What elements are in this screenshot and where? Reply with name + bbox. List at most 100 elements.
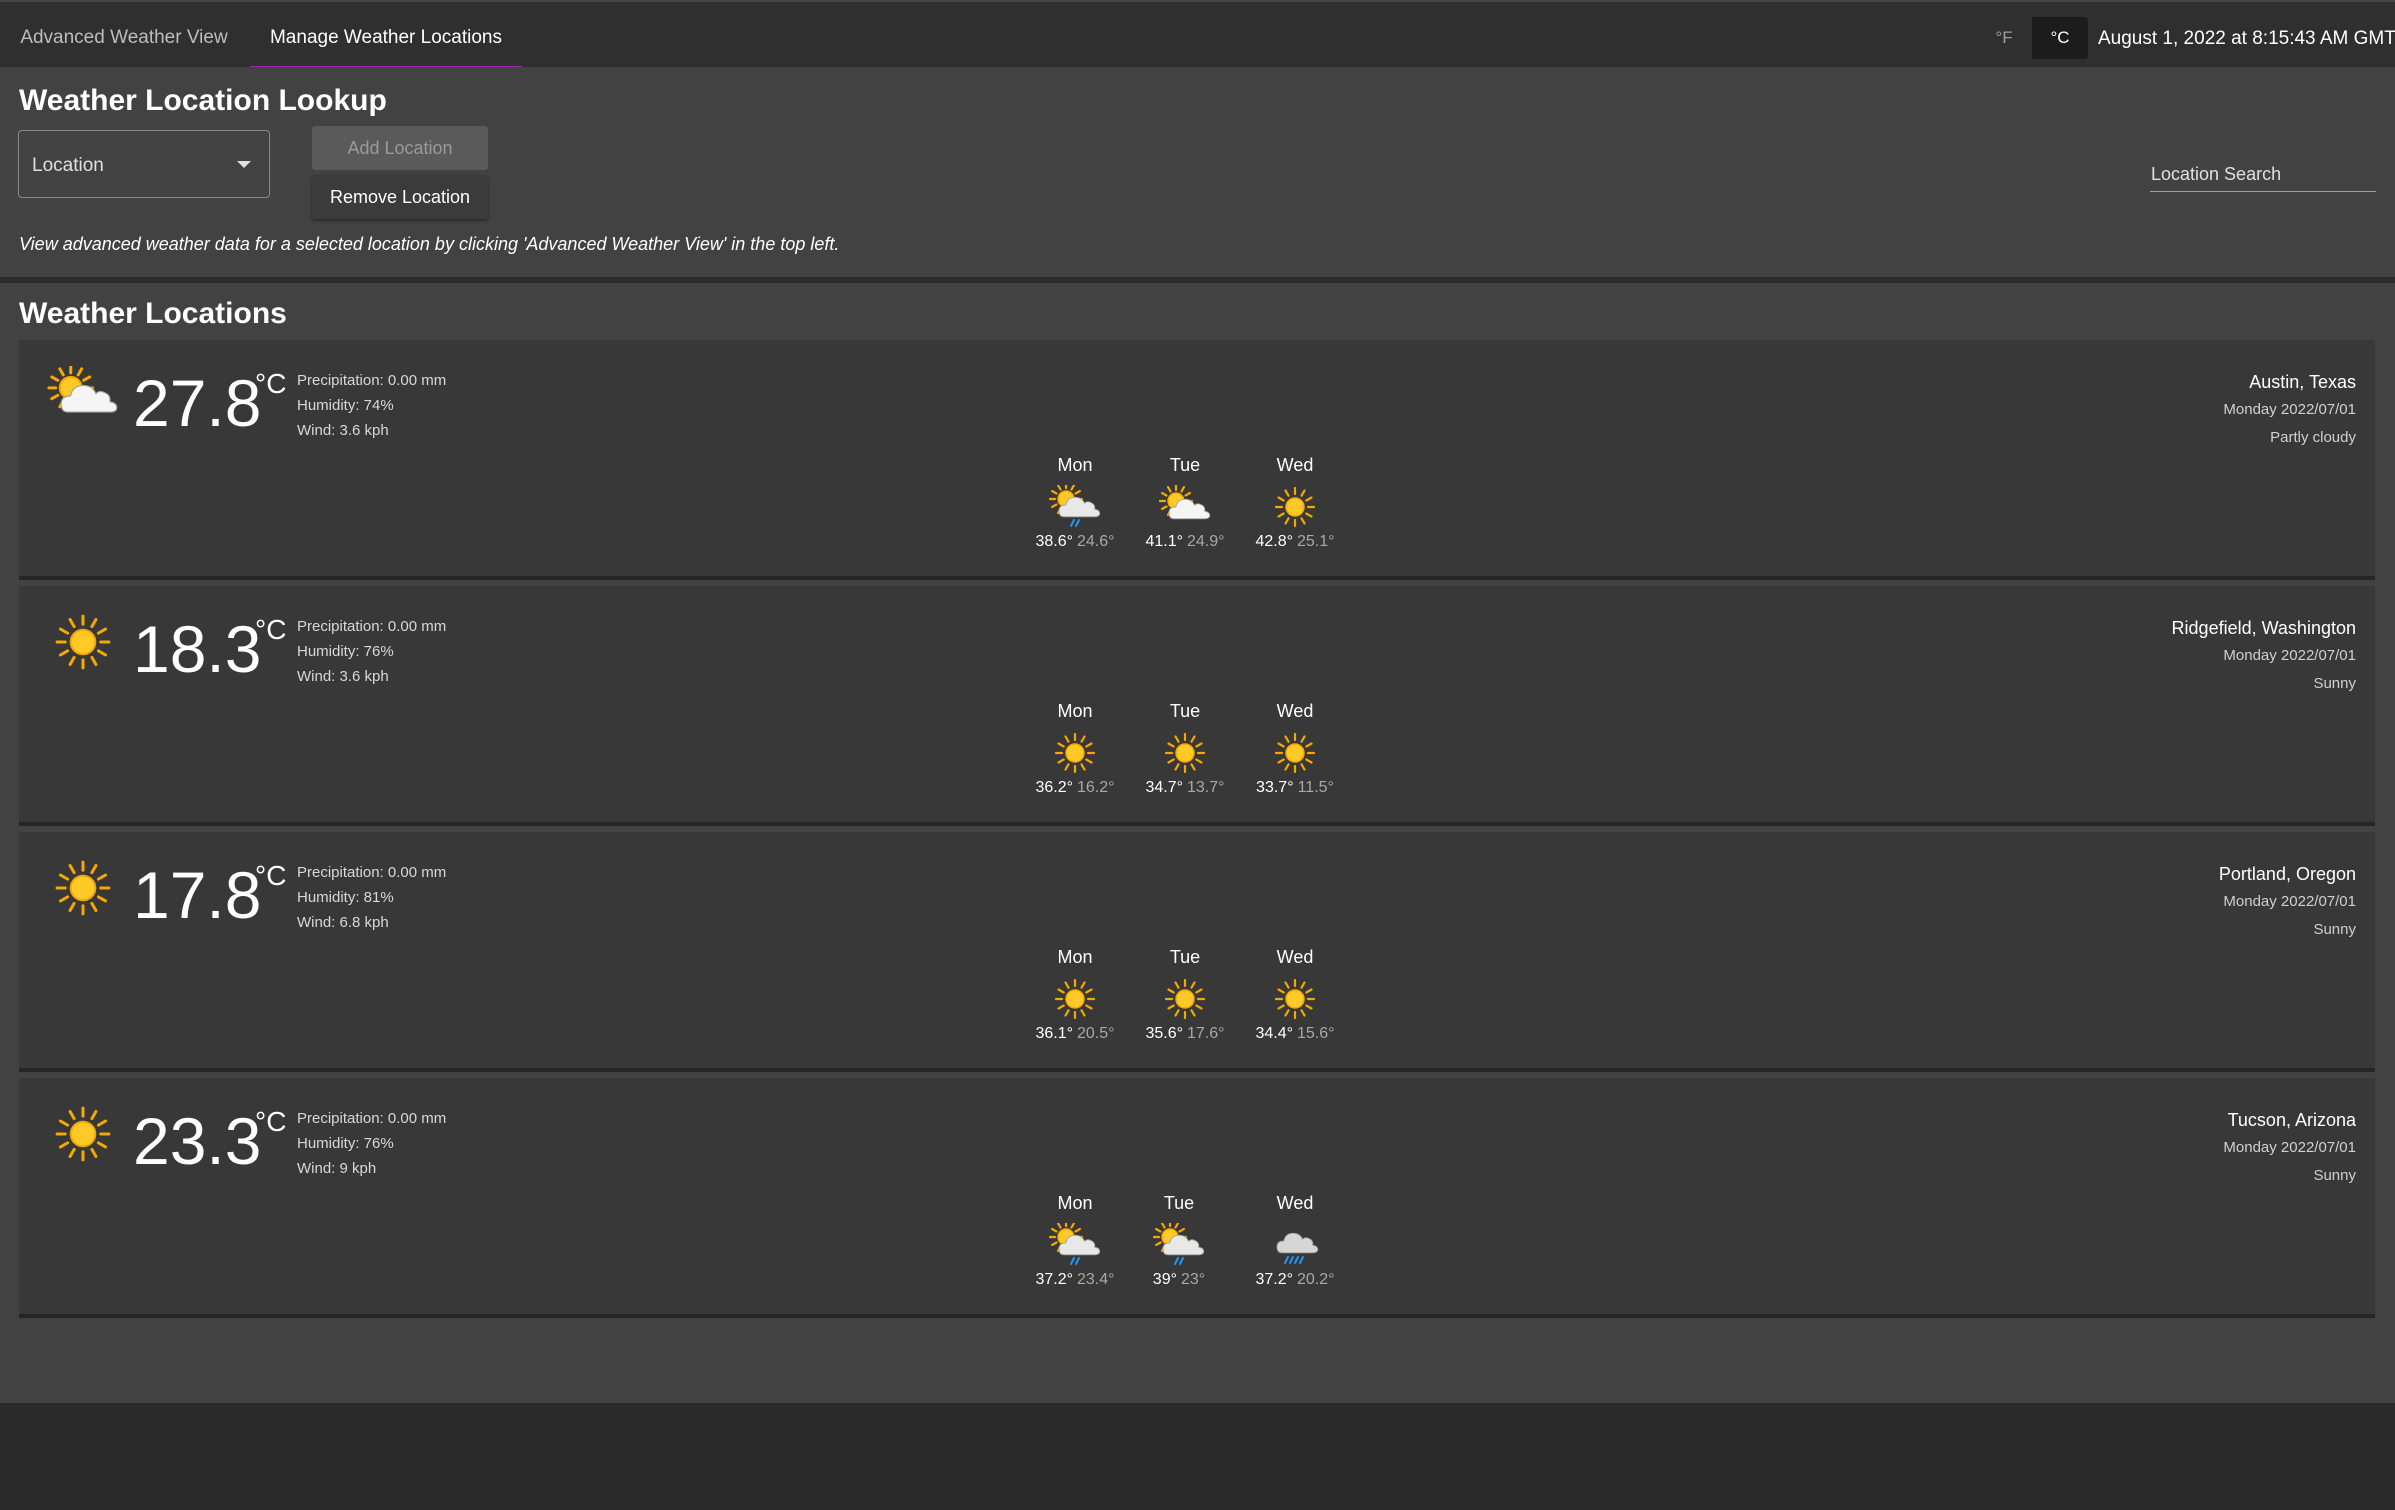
temperature-unit: °C [255,1106,287,1137]
location-condition: Sunny [2313,921,2356,938]
forecast-day-name: Mon [1057,1193,1093,1213]
sun-icon [1049,977,1101,1021]
humidity: Humidity: 74% [297,397,394,414]
forecast-day: Wed 34.4° 15.6° [1240,944,1350,1043]
humidity: Humidity: 76% [297,1135,394,1152]
forecast-day-name: Mon [1057,455,1093,475]
forecast-low: 20.5° [1077,1025,1115,1042]
tab-advanced-weather-view[interactable]: Advanced Weather View [0,4,248,67]
forecast-day-name: Wed [1276,455,1314,475]
location-info: Tucson, Arizona Monday 2022/07/01 Sunny [2223,1106,2356,1190]
forecast-temps: 42.8° 25.1° [1240,533,1350,551]
location-card[interactable]: 17.8 °C Precipitation: 0.00 mm Humidity:… [19,832,2375,1072]
forecast: Mon 36.1° 20.5° Tue 35.6° 17.6° Wed 34.4° 1… [1020,944,1386,1054]
forecast-day: Tue 35.6° 17.6° [1130,944,1240,1043]
forecast-temps: 34.4° 15.6° [1240,1025,1350,1043]
forecast-high: 34.4° [1255,1025,1293,1042]
sun-icon [1269,977,1321,1021]
sun-icon [47,612,119,672]
hint-text: View advanced weather data for a selecte… [19,234,840,254]
forecast-day-name: Wed [1276,701,1314,721]
forecast-temps: 38.6° 24.6° [1020,533,1130,551]
forecast-temps: 36.2° 16.2° [1020,779,1130,797]
forecast-day: Mon 38.6° 24.6° [1020,452,1130,551]
location-date: Monday 2022/07/01 [2223,401,2356,418]
forecast-low: 24.6° [1077,533,1115,550]
locations-title: Weather Locations [19,297,287,330]
location-card[interactable]: 23.3 °C Precipitation: 0.00 mm Humidity:… [19,1078,2375,1318]
forecast-day: Mon 36.1° 20.5° [1020,944,1130,1043]
forecast-low: 23° [1181,1271,1206,1288]
forecast-temps: 33.7° 11.5° [1240,779,1350,797]
location-name: Portland, Oregon [2218,864,2356,884]
forecast-day-name: Tue [1169,947,1201,967]
partly-cloudy-rain-icon [1048,1219,1101,1267]
precipitation: Precipitation: 0.00 mm [297,864,447,881]
location-name: Tucson, Arizona [2227,1110,2356,1130]
forecast-low: 20.2° [1297,1271,1335,1288]
location-date: Monday 2022/07/01 [2223,647,2356,664]
forecast-day: Mon 37.2° 23.4° [1020,1190,1130,1289]
forecast-day-name: Mon [1057,947,1093,967]
forecast-day-name: Wed [1276,1193,1314,1213]
cloud-heavy-rain-icon [1269,1223,1321,1267]
forecast-high: 36.2° [1035,779,1073,796]
current-temperature: 18.3 [133,612,262,686]
forecast-low: 25.1° [1297,533,1335,550]
forecast-low: 16.2° [1077,779,1115,796]
wind: Wind: 6.8 kph [297,914,389,931]
location-search-placeholder: Location Search [2151,164,2282,184]
current-temperature: 23.3 [133,1104,262,1178]
location-card[interactable]: 18.3 °C Precipitation: 0.00 mm Humidity:… [19,586,2375,826]
remove-location-button[interactable]: Remove Location [312,175,488,219]
location-select-value: Location [32,155,104,176]
sun-icon [1269,485,1321,529]
forecast: Mon 37.2° 23.4° Tue 39° 23° Wed 37.2° 20.2° [1020,1190,1386,1300]
sun-icon [1269,731,1321,775]
wind: Wind: 3.6 kph [297,422,389,439]
sun-icon [47,858,119,918]
tab-manage-weather-locations[interactable]: Manage Weather Locations [250,4,522,69]
temperature-unit: °C [255,368,287,399]
forecast-high: 35.6° [1145,1025,1183,1042]
sun-icon [1049,731,1101,775]
forecast-high: 37.2° [1035,1271,1073,1288]
current-temperature: 27.8 [133,366,262,440]
forecast-low: 24.9° [1187,533,1225,550]
forecast-day-name: Tue [1169,455,1201,475]
fahrenheit-button[interactable]: °F [1976,17,2032,59]
location-search-input[interactable]: Location Search [2150,157,2376,192]
celsius-button[interactable]: °C [2032,17,2088,59]
forecast-day: Wed 42.8° 25.1° [1240,452,1350,551]
forecast-high: 34.7° [1145,779,1183,796]
forecast-temps: 41.1° 24.9° [1130,533,1240,551]
forecast-temps: 39° 23° [1124,1271,1234,1289]
partly-cloudy-icon [1158,483,1211,529]
sun-icon [1159,731,1211,775]
location-condition: Partly cloudy [2270,429,2356,446]
weather-details: Precipitation: 0.00 mm Humidity: 76% Win… [297,614,446,689]
sun-icon [1159,977,1211,1021]
forecast-day: Tue 39° 23° [1124,1190,1234,1289]
location-name: Austin, Texas [2249,372,2356,392]
forecast-high: 38.6° [1035,533,1073,550]
clock: August 1, 2022 at 8:15:43 AM GMT-7 [2098,28,2395,49]
unit-toggle: °F °C [1976,17,2088,59]
humidity: Humidity: 76% [297,643,394,660]
forecast-low: 15.6° [1297,1025,1335,1042]
weather-details: Precipitation: 0.00 mm Humidity: 81% Win… [297,860,446,935]
location-name: Ridgefield, Washington [2171,618,2356,638]
precipitation: Precipitation: 0.00 mm [297,372,447,389]
location-select[interactable]: Location [18,130,270,198]
forecast-day: Wed 33.7° 11.5° [1240,698,1350,797]
weather-details: Precipitation: 0.00 mm Humidity: 74% Win… [297,368,446,443]
forecast-low: 13.7° [1187,779,1225,796]
weather-locations-panel: Weather Locations 27.8 °C Precipitation:… [0,283,2395,1403]
add-location-button[interactable]: Add Location [312,126,488,170]
forecast-high: 36.1° [1035,1025,1073,1042]
location-card[interactable]: 27.8 °C Precipitation: 0.00 mm Humidity:… [19,340,2375,580]
location-condition: Sunny [2313,675,2356,692]
forecast-day-name: Tue [1163,1193,1195,1213]
forecast-day: Mon 36.2° 16.2° [1020,698,1130,797]
partly-cloudy-icon [47,364,119,426]
